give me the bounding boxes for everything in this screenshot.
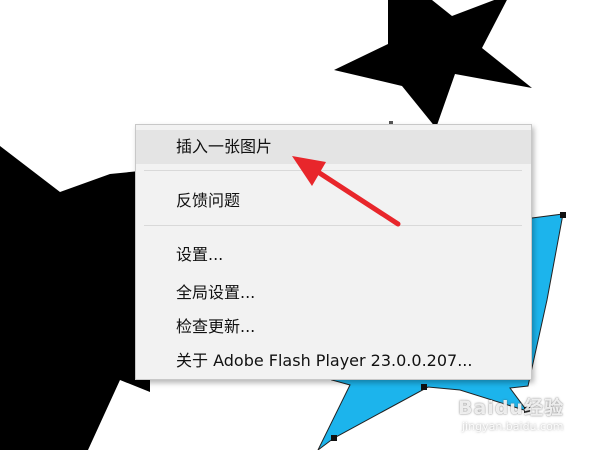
menu-item-global-settings[interactable]: 全局设置...: [136, 276, 531, 310]
selection-handle[interactable]: [560, 212, 566, 218]
menu-item-about-flash-player[interactable]: 关于 Adobe Flash Player 23.0.0.207...: [136, 344, 531, 378]
menu-item-check-updates[interactable]: 检查更新...: [136, 310, 531, 344]
menu-separator: [144, 225, 522, 226]
menu-item-insert-image[interactable]: 插入一张图片: [136, 130, 531, 164]
menu-separator: [144, 170, 522, 171]
black-star-left: [0, 146, 150, 450]
selection-handle[interactable]: [524, 407, 530, 413]
menu-item-settings[interactable]: 设置...: [136, 238, 531, 272]
black-star-top: [334, 0, 532, 128]
context-menu: 插入一张图片 反馈问题 设置... 全局设置... 检查更新... 关于 Ado…: [135, 124, 532, 380]
selection-handle[interactable]: [421, 384, 427, 390]
menu-item-feedback[interactable]: 反馈问题: [136, 184, 531, 218]
flash-stage[interactable]: 插入一张图片 反馈问题 设置... 全局设置... 检查更新... 关于 Ado…: [0, 0, 600, 450]
selection-handle[interactable]: [331, 435, 337, 441]
